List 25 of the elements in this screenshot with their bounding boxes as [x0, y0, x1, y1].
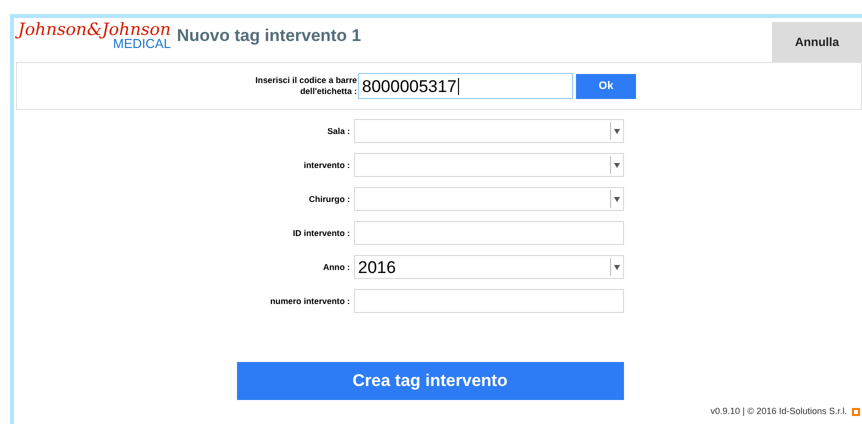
- ok-button[interactable]: Ok: [576, 74, 636, 98]
- caret-icon: [614, 128, 620, 134]
- dropdown-field[interactable]: [354, 119, 624, 143]
- field-label: Chirurgo :: [308, 192, 350, 206]
- dropdown-field[interactable]: [354, 153, 624, 177]
- field-label: Sala :: [327, 124, 350, 138]
- logo-division: MEDICAL: [113, 37, 171, 50]
- submit-button[interactable]: Crea tag intervento: [236, 362, 624, 400]
- caret-icon: [614, 162, 620, 168]
- window-title: Nuovo tag intervento 1: [176, 25, 362, 48]
- logo-icon: [851, 407, 861, 417]
- caret-icon: [614, 264, 620, 270]
- barcode-field[interactable]: 8000005317: [358, 73, 573, 99]
- dropdown-field[interactable]: [354, 187, 624, 211]
- field-label: ID intervento :: [292, 226, 350, 240]
- caret-icon: [614, 196, 620, 202]
- field-label: Anno :: [323, 260, 350, 274]
- cancel-button[interactable]: Annulla: [772, 22, 862, 62]
- dropdown-field[interactable]: 2016: [354, 255, 624, 279]
- input-field[interactable]: [354, 289, 624, 313]
- barcode-label: Inserisci il codice a barre dell'etichetta :: [254, 75, 357, 97]
- input-field[interactable]: [354, 221, 624, 245]
- field-label: numero intervento :: [270, 294, 350, 308]
- field-label: intervento :: [304, 158, 350, 172]
- version-text: v0.9.10 | © 2016 Id-Solutions S.r.l.: [710, 405, 847, 418]
